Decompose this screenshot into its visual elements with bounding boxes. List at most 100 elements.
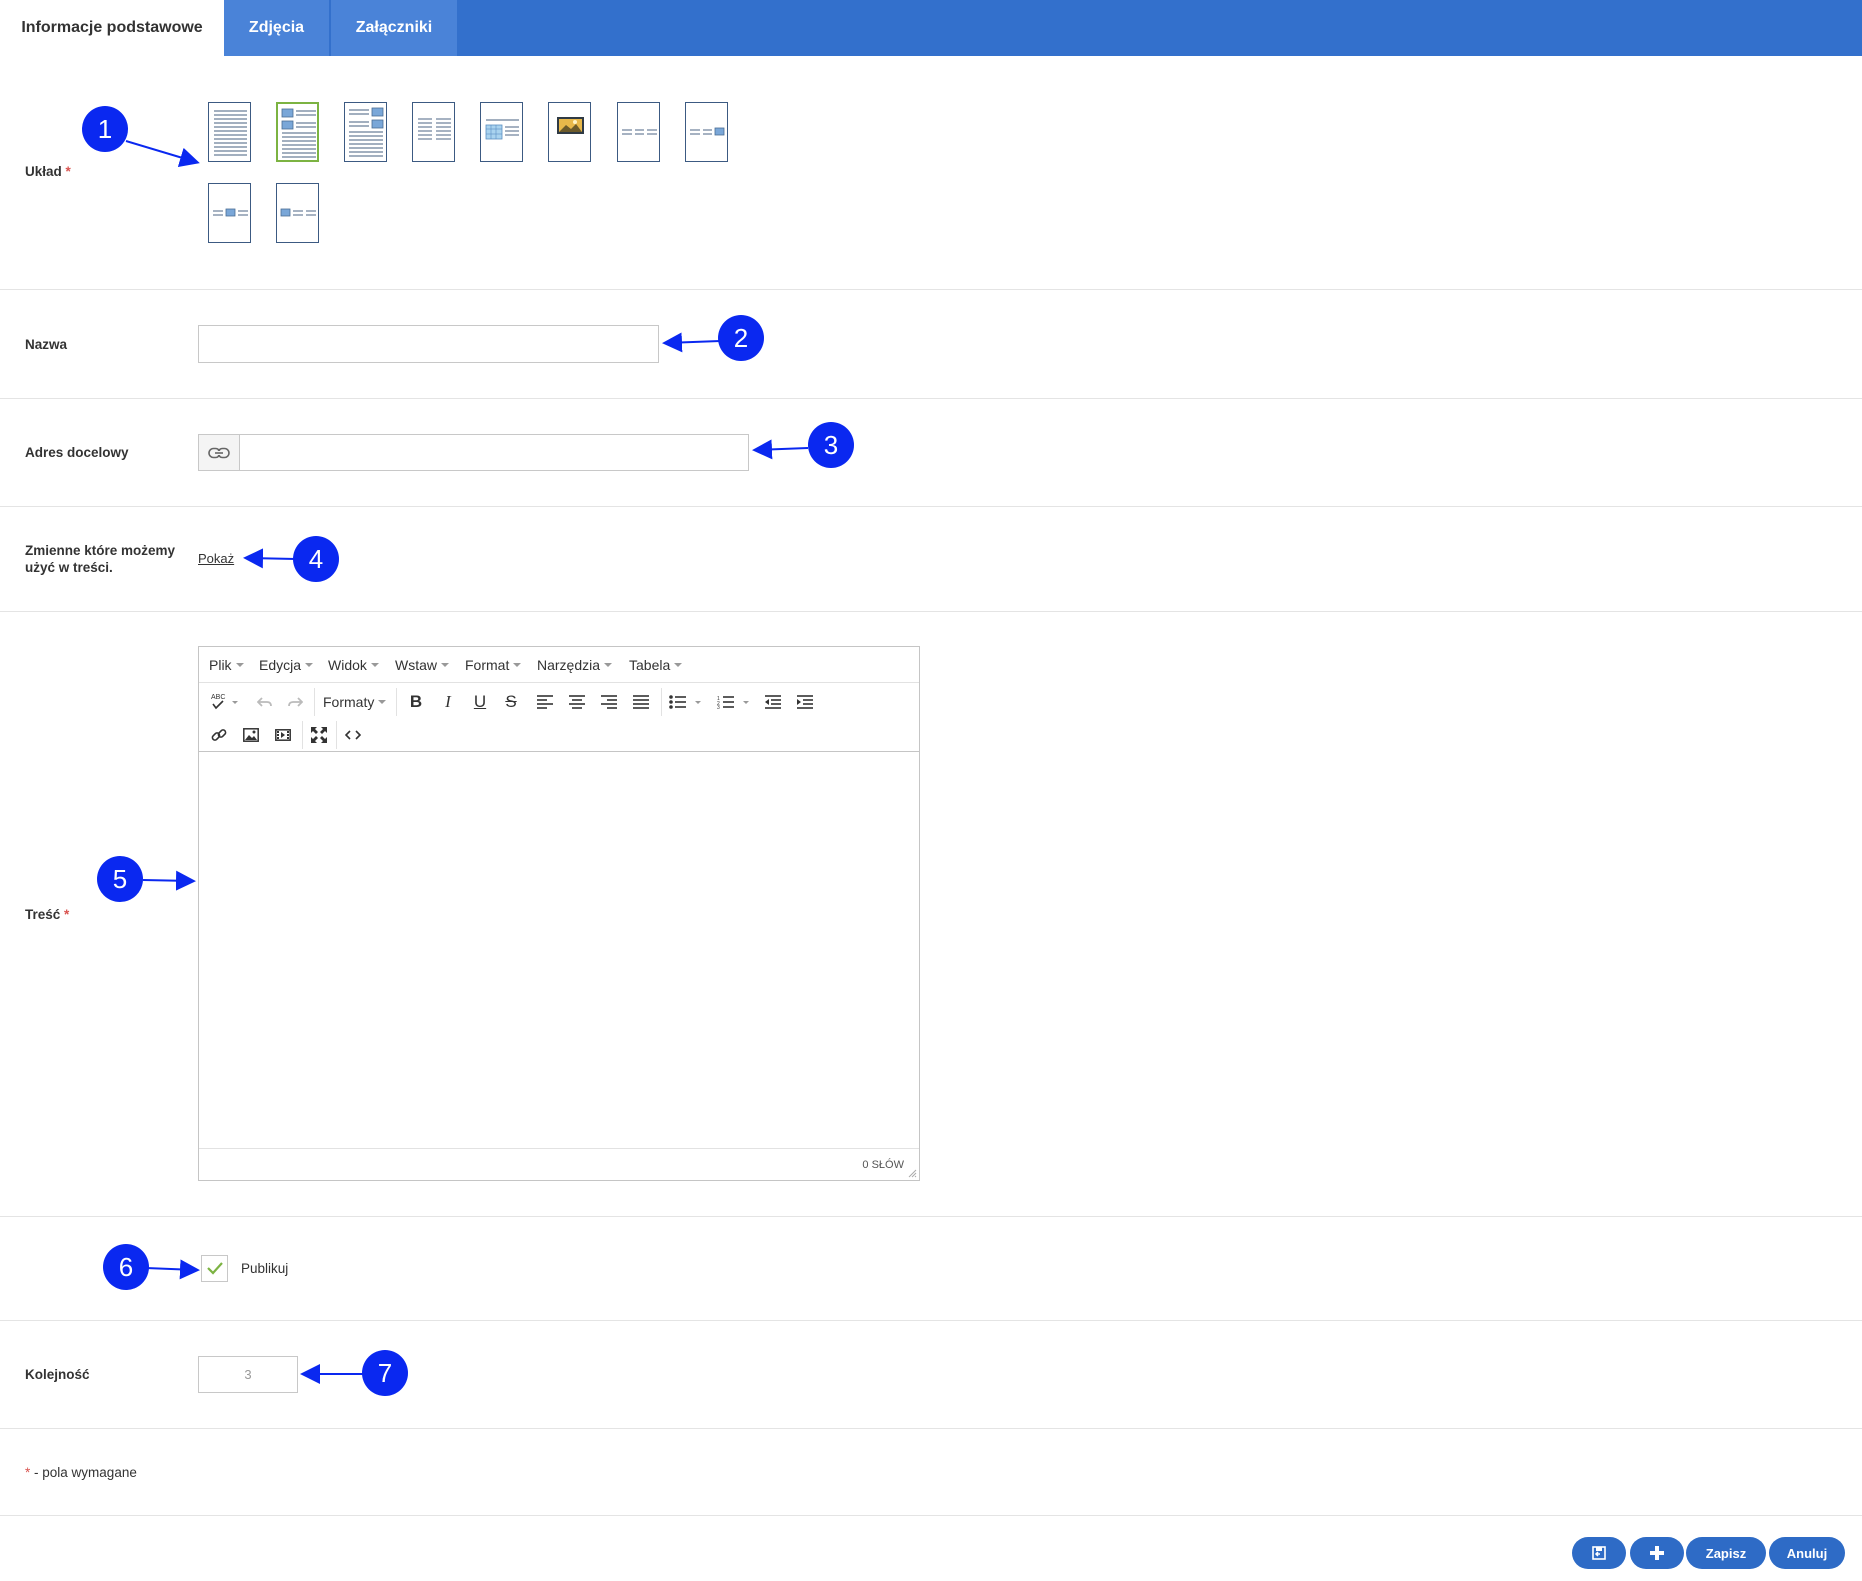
insert-link-button[interactable] <box>205 721 233 749</box>
divider <box>0 506 1862 507</box>
layout-label: Układ * <box>25 164 71 179</box>
word-count: 0 SŁÓW <box>862 1159 904 1171</box>
bullet-list-button[interactable] <box>665 688 707 716</box>
target-url-label: Adres docelowy <box>25 445 129 460</box>
annotation-marker-3: 3 <box>808 422 854 468</box>
order-input[interactable] <box>198 1356 298 1393</box>
align-right-icon <box>601 695 617 709</box>
toolbar-separator <box>336 721 337 749</box>
layout-option-images-right[interactable] <box>344 102 387 162</box>
insert-image-button[interactable] <box>237 721 265 749</box>
chevron-down-icon <box>674 662 683 667</box>
divider <box>0 611 1862 612</box>
annotation-marker-6: 6 <box>103 1244 149 1290</box>
layout-option-single-image[interactable] <box>548 102 591 162</box>
strikethrough-icon: S <box>505 692 517 711</box>
tab-attachments[interactable]: Załączniki <box>331 0 457 56</box>
layout-option-columns-image-left[interactable] <box>276 183 319 243</box>
menu-tools[interactable]: Narzędzia <box>537 647 613 682</box>
media-icon <box>275 729 291 741</box>
menu-edit[interactable]: Edycja <box>259 647 314 682</box>
layout-option-columns-image-center[interactable] <box>208 183 251 243</box>
align-justify-button[interactable] <box>627 688 655 716</box>
add-new-button[interactable] <box>1630 1537 1684 1569</box>
svg-text:ABC: ABC <box>211 694 225 701</box>
annotation-marker-5: 5 <box>97 856 143 902</box>
save-button[interactable]: Zapisz <box>1686 1537 1766 1569</box>
image-icon <box>243 728 259 742</box>
italic-button[interactable]: I <box>434 688 462 716</box>
indent-button[interactable] <box>791 688 819 716</box>
redo-button[interactable] <box>281 688 309 716</box>
divider <box>0 1216 1862 1217</box>
code-icon <box>345 730 361 740</box>
divider <box>0 1320 1862 1321</box>
toolbar-separator <box>302 721 303 749</box>
insert-media-button[interactable] <box>269 721 297 749</box>
required-fields-note: * - pola wymagane <box>25 1465 137 1480</box>
toolbar-separator <box>396 688 397 716</box>
underline-icon: U <box>473 692 487 711</box>
layout-option-images-left[interactable] <box>276 102 319 162</box>
publish-checkbox[interactable] <box>201 1255 228 1282</box>
layout-option-three-columns[interactable] <box>617 102 660 162</box>
svg-text:3: 3 <box>717 705 720 709</box>
layout-option-text-only[interactable] <box>208 102 251 162</box>
tab-basic-info[interactable]: Informacje podstawowe <box>0 0 224 56</box>
fullscreen-button[interactable] <box>305 721 333 749</box>
menu-format[interactable]: Format <box>465 647 522 682</box>
menu-table[interactable]: Tabela <box>629 647 683 682</box>
strikethrough-button[interactable]: S <box>497 688 525 716</box>
menu-file[interactable]: Plik <box>209 647 244 682</box>
tab-photos[interactable]: Zdjęcia <box>224 0 329 56</box>
align-left-icon <box>537 695 553 709</box>
name-input[interactable] <box>198 325 659 363</box>
align-right-button[interactable] <box>595 688 623 716</box>
editor-content-area[interactable] <box>199 751 919 1150</box>
tab-label: Informacje podstawowe <box>21 19 203 36</box>
publish-label: Publikuj <box>241 1261 289 1276</box>
editor-statusbar: 0 SŁÓW <box>199 1148 919 1180</box>
outdent-button[interactable] <box>759 688 787 716</box>
chevron-down-icon <box>370 662 379 667</box>
save-and-return-icon <box>1592 1545 1606 1560</box>
link-icon <box>211 729 227 741</box>
layout-option-table-text[interactable] <box>480 102 523 162</box>
target-url-input[interactable] <box>239 434 749 471</box>
undo-icon <box>257 697 272 707</box>
annotation-marker-2: 2 <box>718 315 764 361</box>
show-variables-link[interactable]: Pokaż <box>198 551 234 566</box>
save-and-return-button[interactable] <box>1572 1537 1626 1569</box>
numbered-list-icon: 123 <box>717 696 749 709</box>
tab-bar: Informacje podstawowe Zdjęcia Załączniki <box>0 0 1862 56</box>
bold-button[interactable]: B <box>402 688 430 716</box>
link-icon <box>208 447 230 458</box>
layout-option-columns-image-right[interactable] <box>685 102 728 162</box>
numbered-list-button[interactable]: 123 <box>713 688 755 716</box>
content-label: Treść * <box>25 907 70 922</box>
chevron-down-icon <box>305 662 314 667</box>
outdent-icon <box>765 695 781 709</box>
divider <box>0 1515 1862 1516</box>
align-center-button[interactable] <box>563 688 591 716</box>
underline-button[interactable]: U <box>466 688 494 716</box>
checkmark-icon <box>207 1262 223 1275</box>
bold-icon: B <box>409 692 423 711</box>
source-code-button[interactable] <box>339 721 367 749</box>
formats-dropdown[interactable]: Formaty <box>323 686 387 718</box>
name-label: Nazwa <box>25 337 68 352</box>
undo-button[interactable] <box>251 688 279 716</box>
align-left-button[interactable] <box>531 688 559 716</box>
cancel-button[interactable]: Anuluj <box>1769 1537 1845 1569</box>
toolbar-separator <box>661 688 662 716</box>
bullet-list-icon <box>669 695 701 709</box>
italic-icon: I <box>445 692 451 711</box>
plus-icon <box>1650 1546 1664 1560</box>
resize-handle-icon[interactable] <box>908 1169 917 1178</box>
tab-label: Załączniki <box>355 19 433 36</box>
spellcheck-icon: ABC <box>211 694 238 710</box>
menu-insert[interactable]: Wstaw <box>395 647 449 682</box>
spellcheck-button[interactable]: ABC <box>203 688 247 716</box>
menu-view[interactable]: Widok <box>328 647 379 682</box>
layout-option-two-columns[interactable] <box>412 102 455 162</box>
